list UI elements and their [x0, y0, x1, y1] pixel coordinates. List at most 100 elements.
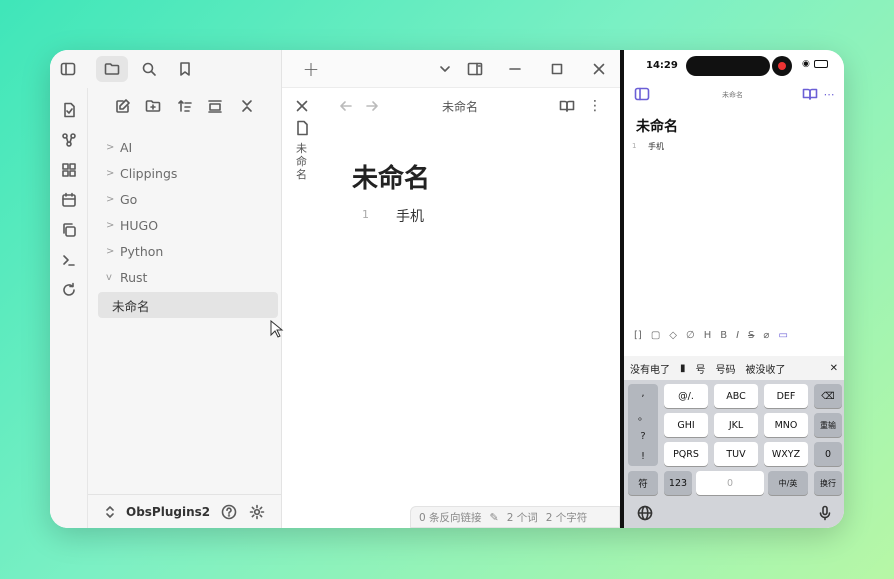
- phone-sidebar-toggle-icon[interactable]: [634, 86, 650, 102]
- zero-key[interactable]: 0: [814, 442, 842, 466]
- symbols-key[interactable]: 符: [628, 471, 658, 495]
- attachment-icon[interactable]: ∅: [686, 330, 695, 341]
- strike-button[interactable]: S: [748, 330, 754, 341]
- italic-button[interactable]: I: [736, 330, 739, 341]
- key-ghi[interactable]: GHI: [664, 413, 708, 437]
- punct-key[interactable]: ,: [641, 388, 644, 399]
- open-quick-switcher-icon[interactable]: [59, 100, 79, 120]
- copy-icon[interactable]: [59, 220, 79, 240]
- tree-folder-hugo[interactable]: > HUGO: [98, 212, 278, 238]
- split-view-icon[interactable]: [466, 60, 484, 78]
- tag-icon[interactable]: ◇: [669, 330, 677, 341]
- key-tuv[interactable]: TUV: [714, 442, 758, 466]
- backlinks-count[interactable]: 0 条反向链接: [419, 510, 482, 525]
- key-mno[interactable]: MNO: [764, 413, 808, 437]
- tree-folder-rust[interactable]: v Rust: [98, 264, 278, 290]
- dynamic-island: [686, 56, 770, 76]
- battery-icon: [814, 60, 828, 68]
- settings-gear-icon[interactable]: [248, 503, 266, 521]
- keyboard-bottom-bar: [624, 500, 844, 528]
- tree-folder-go[interactable]: > Go: [98, 186, 278, 212]
- chevron-right-icon: >: [106, 193, 115, 205]
- phone-more-icon[interactable]: ⋯: [822, 86, 836, 102]
- candidate-2[interactable]: 号: [696, 361, 706, 376]
- lang-switch-key[interactable]: 中/英: [768, 471, 808, 495]
- file-icon[interactable]: ▢: [651, 330, 660, 341]
- screenshot-card: > AI > Clippings > Go > HUGO > Python v Rust 未…: [50, 50, 844, 528]
- sidebar-footer: ObsPlugins2: [88, 494, 282, 528]
- minimize-icon[interactable]: [506, 60, 524, 78]
- view-header-title[interactable]: 未命名: [442, 98, 478, 115]
- tab-files[interactable]: [96, 56, 128, 82]
- help-icon[interactable]: [220, 503, 238, 521]
- clear-format-icon[interactable]: ⌀: [763, 330, 769, 341]
- inline-title[interactable]: 未命名: [352, 158, 430, 195]
- enter-key[interactable]: 换行: [814, 471, 842, 495]
- vault-name[interactable]: ObsPlugins2: [126, 505, 210, 519]
- new-folder-icon[interactable]: [142, 96, 164, 116]
- canvas-icon[interactable]: [59, 160, 79, 180]
- bold-button[interactable]: B: [720, 330, 727, 341]
- tree-folder-ai[interactable]: > AI: [98, 134, 278, 160]
- graph-view-icon[interactable]: [59, 130, 79, 150]
- candidate-3[interactable]: 号码: [716, 361, 736, 376]
- key-def[interactable]: DEF: [764, 384, 808, 408]
- microphone-icon[interactable]: [816, 504, 834, 522]
- phone-doc-title[interactable]: 未命名: [636, 116, 678, 136]
- numbers-key[interactable]: 123: [664, 471, 692, 495]
- punct-key[interactable]: 。: [638, 408, 648, 423]
- space-key[interactable]: 0: [696, 471, 764, 495]
- title-bar: +: [282, 50, 620, 88]
- vertical-tab-title[interactable]: 未命名: [296, 142, 310, 181]
- tab-list-chevron-icon[interactable]: [436, 60, 454, 78]
- brackets-button[interactable]: []: [634, 330, 642, 341]
- tab-bookmarks[interactable]: [172, 56, 198, 82]
- back-arrow-icon[interactable]: [338, 98, 354, 114]
- key-wxyz[interactable]: WXYZ: [764, 442, 808, 466]
- new-tab-button[interactable]: +: [300, 57, 322, 81]
- key-abc[interactable]: ABC: [714, 384, 758, 408]
- sort-icon[interactable]: [174, 96, 196, 116]
- retype-key[interactable]: 重输: [814, 413, 842, 437]
- backspace-key[interactable]: ⌫: [814, 384, 842, 408]
- tree-folder-python[interactable]: > Python: [98, 238, 278, 264]
- sidebar-toggle-icon[interactable]: [58, 60, 78, 78]
- candidate-4[interactable]: 被没收了: [746, 361, 786, 376]
- globe-icon[interactable]: [636, 504, 654, 522]
- close-tab-icon[interactable]: [294, 98, 310, 114]
- maximize-icon[interactable]: [548, 60, 566, 78]
- tree-item-label: AI: [120, 139, 133, 155]
- tab-search[interactable]: [136, 56, 162, 82]
- heading-button[interactable]: H: [704, 330, 712, 341]
- chevron-down-icon: v: [106, 271, 112, 283]
- status-bar: 0 条反向链接 ✎ 2 个词 2 个字符: [410, 506, 620, 528]
- new-note-icon[interactable]: [112, 96, 134, 116]
- punct-key[interactable]: ?: [640, 431, 645, 442]
- forward-arrow-icon[interactable]: [364, 98, 380, 114]
- comment-icon[interactable]: ▭: [778, 330, 787, 341]
- candidate-1[interactable]: 没有电了: [630, 361, 670, 376]
- key-jkl[interactable]: JKL: [714, 413, 758, 437]
- tree-folder-clippings[interactable]: > Clippings: [98, 160, 278, 186]
- punctuation-column[interactable]: , 。 ? !: [628, 384, 658, 466]
- phone-reading-view-icon[interactable]: [802, 86, 818, 102]
- sync-icon[interactable]: [59, 280, 79, 300]
- vault-switch-icon[interactable]: [102, 504, 118, 520]
- more-options-icon[interactable]: ⋮: [586, 97, 604, 115]
- reading-view-icon[interactable]: [558, 97, 576, 115]
- calendar-icon[interactable]: [59, 190, 79, 210]
- key-pqrs[interactable]: PQRS: [664, 442, 708, 466]
- candidates-close-icon[interactable]: ✕: [830, 363, 838, 374]
- collapse-all-icon[interactable]: [236, 96, 258, 116]
- close-window-icon[interactable]: [590, 60, 608, 78]
- editor-line-text[interactable]: 手机: [396, 206, 424, 226]
- auto-reveal-icon[interactable]: [204, 96, 226, 116]
- phone-line-text[interactable]: 手机: [648, 141, 664, 152]
- tree-item-label: Go: [120, 191, 138, 207]
- wifi-icon: ◉: [802, 59, 810, 69]
- terminal-icon[interactable]: [59, 250, 79, 270]
- key-at[interactable]: @/.: [664, 384, 708, 408]
- candidate-phone-emoji[interactable]: ▮: [680, 363, 686, 374]
- tree-file-active[interactable]: 未命名: [98, 292, 278, 318]
- punct-key[interactable]: !: [641, 451, 645, 462]
